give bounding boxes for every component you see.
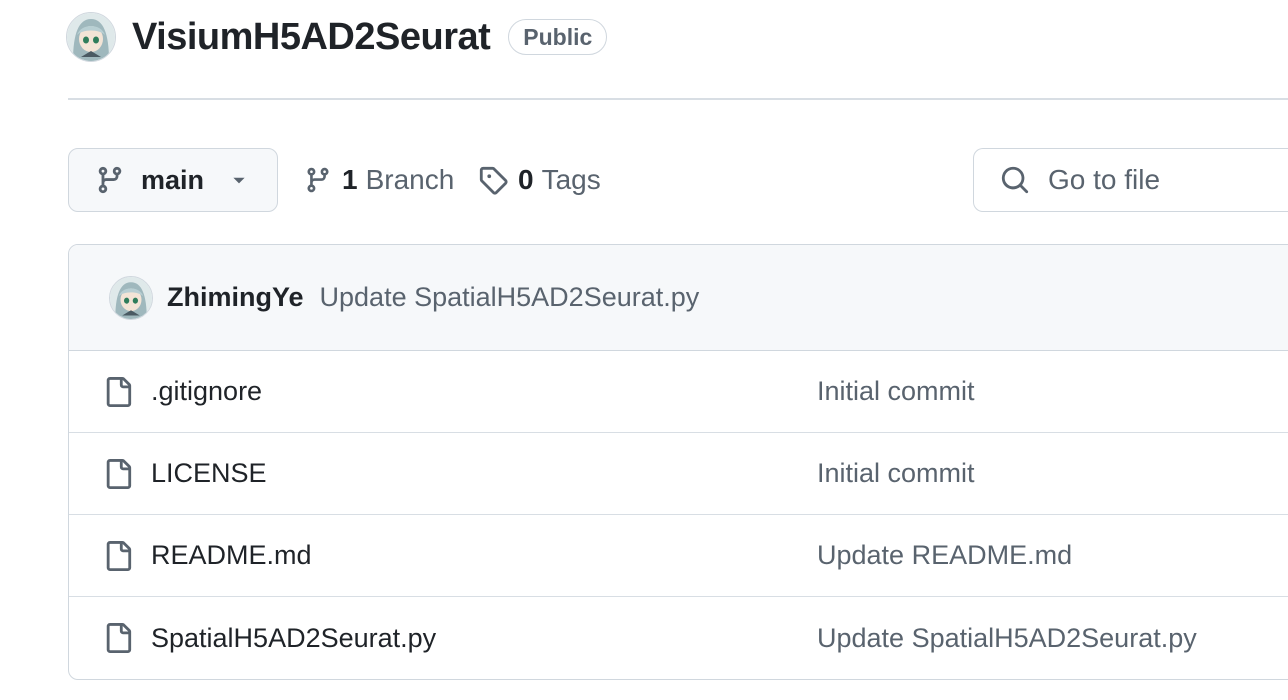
file-commit-message[interactable]: Update SpatialH5AD2Seurat.py	[817, 623, 1197, 654]
anime-avatar-icon	[67, 13, 115, 61]
owner-avatar[interactable]	[66, 12, 116, 62]
header-divider	[68, 98, 1288, 100]
file-name[interactable]: .gitignore	[151, 376, 262, 407]
visibility-badge: Public	[508, 19, 608, 55]
search-icon	[1001, 166, 1029, 194]
file-name[interactable]: LICENSE	[151, 458, 267, 489]
file-icon	[106, 623, 132, 653]
repo-toolbar: main 1 Branch 0 Tags	[68, 148, 1288, 212]
tag-icon	[479, 166, 508, 195]
git-branch-icon	[98, 166, 122, 194]
go-to-file-input[interactable]	[1046, 163, 1288, 197]
file-row: SpatialH5AD2Seurat.py Update SpatialH5AD…	[69, 597, 1288, 679]
anime-avatar-icon	[110, 276, 152, 319]
commit-author-avatar[interactable]	[109, 275, 153, 320]
file-icon	[106, 458, 132, 489]
file-commit-message[interactable]: Initial commit	[817, 458, 975, 489]
branches-link[interactable]: 1 Branch	[304, 148, 454, 212]
branch-selector-button[interactable]: main	[68, 148, 278, 212]
branch-label: Branch	[365, 164, 455, 195]
file-name[interactable]: SpatialH5AD2Seurat.py	[151, 623, 436, 654]
file-icon	[106, 376, 132, 407]
repo-header: VisiumH5AD2Seurat Public	[66, 10, 608, 64]
tag-label: Tags	[541, 164, 601, 195]
tag-count: 0	[518, 164, 534, 195]
tags-link[interactable]: 0 Tags	[478, 148, 601, 212]
go-to-file-search[interactable]	[973, 148, 1288, 212]
latest-commit-bar: ZhimingYe Update SpatialH5AD2Seurat.py	[69, 245, 1288, 351]
file-commit-message[interactable]: Initial commit	[817, 376, 975, 407]
file-row: .gitignore Initial commit	[69, 351, 1288, 433]
file-row: README.md Update README.md	[69, 515, 1288, 597]
latest-commit-message[interactable]: Update SpatialH5AD2Seurat.py	[320, 282, 700, 313]
file-list: ZhimingYe Update SpatialH5AD2Seurat.py .…	[68, 244, 1288, 680]
commit-author[interactable]: ZhimingYe	[167, 282, 304, 313]
branch-count: 1	[342, 164, 358, 195]
git-branch-icon	[307, 167, 329, 193]
file-commit-message[interactable]: Update README.md	[817, 540, 1072, 571]
branch-name: main	[141, 164, 205, 195]
file-icon	[106, 540, 132, 571]
file-row: LICENSE Initial commit	[69, 433, 1288, 515]
triangle-down-icon	[233, 177, 245, 184]
file-name[interactable]: README.md	[151, 540, 312, 571]
repo-name[interactable]: VisiumH5AD2Seurat	[132, 16, 491, 59]
